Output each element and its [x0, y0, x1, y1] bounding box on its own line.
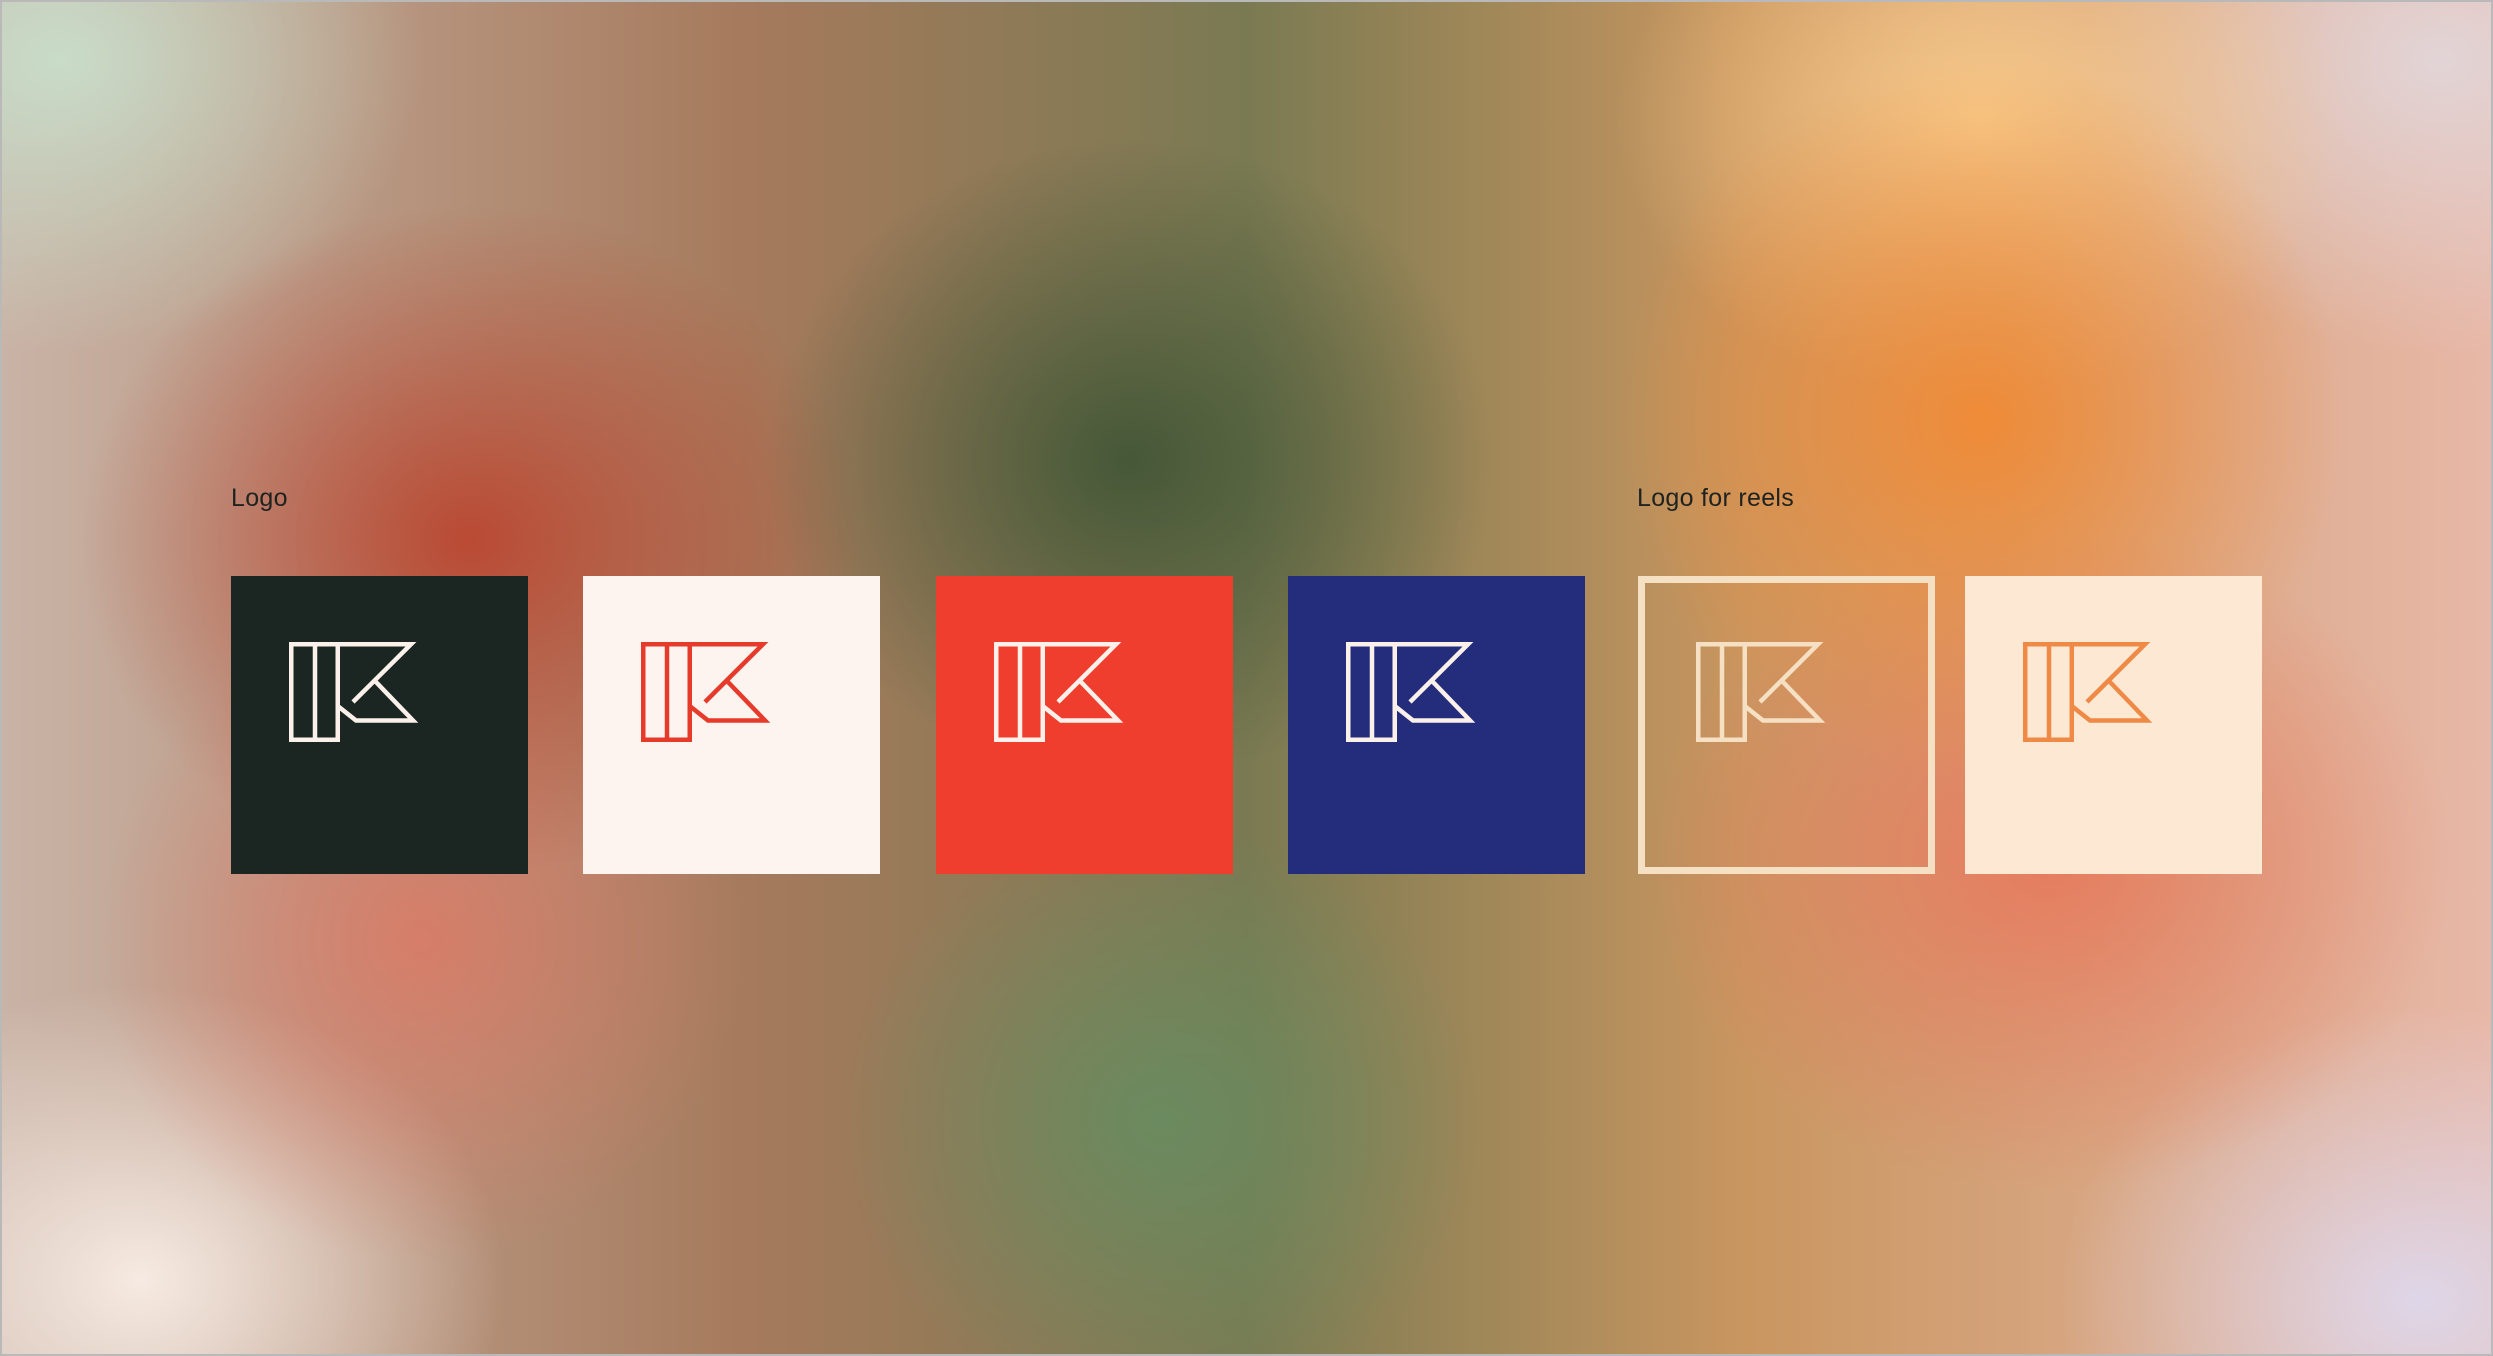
logo-tile-red [936, 576, 1233, 874]
logo-tile-blue [1288, 576, 1585, 874]
k-monogram-icon [1346, 642, 1476, 742]
k-monogram-icon [1696, 642, 1826, 742]
reels-tile-outline [1638, 576, 1935, 874]
logo-section-label: Logo [231, 484, 288, 512]
logo-tile-dark [231, 576, 528, 874]
k-monogram-icon [289, 642, 419, 742]
k-monogram-icon [641, 642, 771, 742]
reels-tile-cream [1965, 576, 2262, 874]
reels-section-label: Logo for reels [1637, 484, 1795, 512]
logo-tile-light [583, 576, 880, 874]
k-monogram-icon [994, 642, 1124, 742]
k-monogram-icon [2023, 642, 2153, 742]
